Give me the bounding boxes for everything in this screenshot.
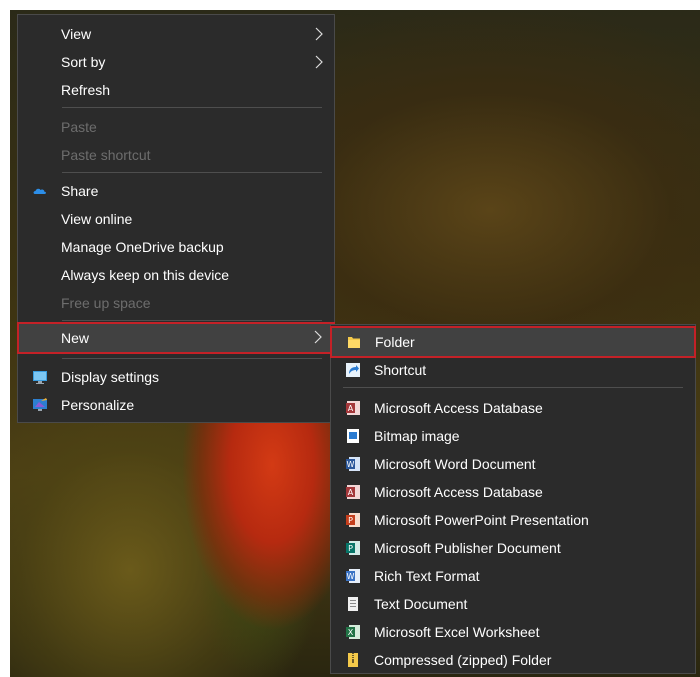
menu-item-share[interactable]: Share: [18, 177, 334, 205]
svg-text:P: P: [348, 544, 353, 553]
shortcut-label: Shortcut: [374, 362, 427, 378]
svg-text:W: W: [347, 460, 355, 469]
access-icon: A: [345, 400, 361, 416]
item-label: Microsoft Excel Worksheet: [374, 624, 540, 640]
separator: [62, 107, 322, 108]
submenu-item-access-database-2[interactable]: A Microsoft Access Database: [331, 478, 695, 506]
display-settings-label: Display settings: [61, 369, 160, 385]
rtf-icon: W: [345, 568, 361, 584]
personalize-label: Personalize: [61, 397, 135, 413]
free-up-space-label: Free up space: [61, 295, 151, 311]
submenu-item-publisher-document[interactable]: P Microsoft Publisher Document: [331, 534, 695, 562]
submenu-item-excel-worksheet[interactable]: X Microsoft Excel Worksheet: [331, 618, 695, 646]
svg-text:A: A: [348, 488, 354, 497]
folder-label: Folder: [375, 334, 415, 350]
separator: [62, 358, 322, 359]
folder-icon: [346, 334, 362, 350]
submenu-item-rich-text-format[interactable]: W Rich Text Format: [331, 562, 695, 590]
word-icon: W: [345, 456, 361, 472]
publisher-icon: P: [345, 540, 361, 556]
menu-item-new[interactable]: New: [17, 322, 335, 354]
submenu-item-text-document[interactable]: Text Document: [331, 590, 695, 618]
submenu-item-access-database[interactable]: A Microsoft Access Database: [331, 394, 695, 422]
menu-item-sort-by[interactable]: Sort by: [18, 48, 334, 76]
svg-text:A: A: [348, 404, 354, 413]
svg-text:W: W: [347, 572, 355, 581]
submenu-item-shortcut[interactable]: Shortcut: [331, 356, 695, 384]
menu-item-free-up-space: Free up space: [18, 289, 334, 317]
menu-item-manage-onedrive-backup[interactable]: Manage OneDrive backup: [18, 233, 334, 261]
always-keep-label: Always keep on this device: [61, 267, 230, 283]
item-label: Microsoft Publisher Document: [374, 540, 561, 556]
menu-item-paste-shortcut: Paste shortcut: [18, 141, 334, 169]
menu-item-view[interactable]: View: [18, 20, 334, 48]
submenu-item-word-document[interactable]: W Microsoft Word Document: [331, 450, 695, 478]
item-label: Compressed (zipped) Folder: [374, 652, 552, 668]
item-label: Microsoft PowerPoint Presentation: [374, 512, 589, 528]
sort-by-label: Sort by: [61, 54, 106, 70]
new-label: New: [61, 330, 90, 346]
desktop-context-menu: View Sort by Refresh Paste Paste shortcu…: [17, 14, 335, 423]
excel-icon: X: [345, 624, 361, 640]
paste-label: Paste: [61, 119, 97, 135]
view-online-label: View online: [61, 211, 133, 227]
new-submenu: Folder Shortcut A Microsoft Access Datab…: [330, 324, 696, 674]
item-label: Microsoft Word Document: [374, 456, 536, 472]
submenu-item-bitmap-image[interactable]: Bitmap image: [331, 422, 695, 450]
item-label: Rich Text Format: [374, 568, 480, 584]
chevron-right-icon: [314, 55, 324, 69]
submenu-item-compressed-folder[interactable]: Compressed (zipped) Folder: [331, 646, 695, 674]
paste-shortcut-label: Paste shortcut: [61, 147, 151, 163]
shortcut-icon: [345, 362, 361, 378]
submenu-item-folder[interactable]: Folder: [330, 326, 696, 358]
svg-text:X: X: [348, 628, 354, 637]
view-label: View: [61, 26, 92, 42]
separator: [343, 387, 683, 388]
manage-backup-label: Manage OneDrive backup: [61, 239, 224, 255]
personalize-icon: [32, 397, 48, 413]
text-document-icon: [345, 596, 361, 612]
bitmap-icon: [345, 428, 361, 444]
separator: [62, 320, 322, 321]
menu-item-paste: Paste: [18, 113, 334, 141]
menu-item-refresh[interactable]: Refresh: [18, 76, 334, 104]
powerpoint-icon: P: [345, 512, 361, 528]
zip-folder-icon: [345, 652, 361, 668]
menu-item-display-settings[interactable]: Display settings: [18, 363, 334, 391]
menu-item-always-keep[interactable]: Always keep on this device: [18, 261, 334, 289]
svg-text:P: P: [348, 516, 353, 525]
chevron-right-icon: [313, 330, 323, 344]
refresh-label: Refresh: [61, 82, 111, 98]
item-label: Microsoft Access Database: [374, 400, 543, 416]
access-icon: A: [345, 484, 361, 500]
menu-item-view-online[interactable]: View online: [18, 205, 334, 233]
item-label: Microsoft Access Database: [374, 484, 543, 500]
display-settings-icon: [32, 369, 48, 385]
separator: [62, 172, 322, 173]
item-label: Bitmap image: [374, 428, 460, 444]
item-label: Text Document: [374, 596, 468, 612]
submenu-item-powerpoint-presentation[interactable]: P Microsoft PowerPoint Presentation: [331, 506, 695, 534]
chevron-right-icon: [314, 27, 324, 41]
share-label: Share: [61, 183, 99, 199]
menu-item-personalize[interactable]: Personalize: [18, 391, 334, 419]
onedrive-cloud-icon: [32, 183, 48, 199]
